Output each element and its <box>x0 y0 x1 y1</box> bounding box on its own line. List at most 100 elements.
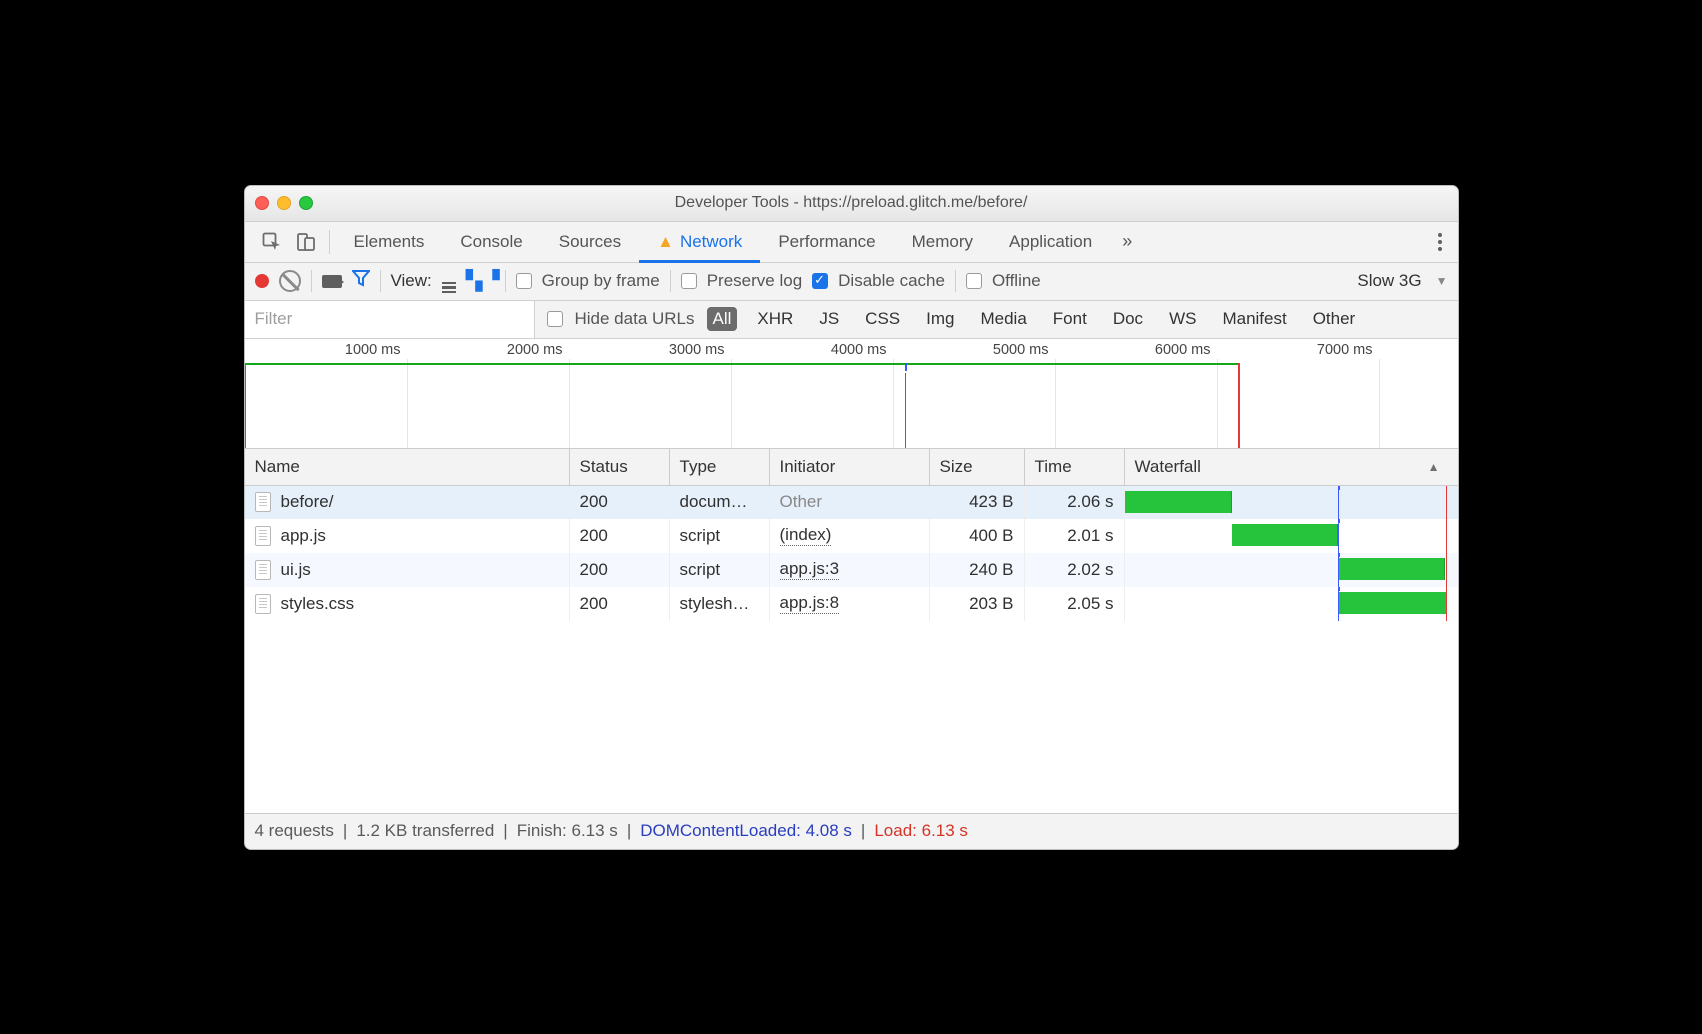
filter-toggle-icon[interactable] <box>352 269 370 293</box>
tab-label: Sources <box>559 232 621 252</box>
tab-label: Memory <box>912 232 973 252</box>
tab-label: Network <box>680 232 742 252</box>
panel-tabbar: Elements Console Sources ▲ Network Performanc… <box>245 222 1458 263</box>
request-time: 2.05 s <box>1025 587 1125 621</box>
capture-screenshots-icon[interactable] <box>322 275 342 288</box>
view-label: View: <box>391 271 432 291</box>
col-size[interactable]: Size <box>930 449 1025 485</box>
tab-sources[interactable]: Sources <box>541 222 639 262</box>
timeline-overview[interactable]: 1000 ms2000 ms3000 ms4000 ms5000 ms6000 … <box>245 339 1458 449</box>
status-bar: 4 requests| 1.2 KB transferred| Finish: … <box>245 813 1458 849</box>
tab-console[interactable]: Console <box>442 222 540 262</box>
tabs-overflow-button[interactable]: » <box>1110 222 1144 262</box>
minimize-window-button[interactable] <box>277 196 291 210</box>
filter-type-other[interactable]: Other <box>1307 307 1362 331</box>
timeline-tick: 1000 ms <box>345 342 407 358</box>
disable-cache-label: Disable cache <box>838 271 945 291</box>
filter-type-media[interactable]: Media <box>974 307 1032 331</box>
tab-label: Application <box>1009 232 1092 252</box>
tab-network[interactable]: ▲ Network <box>639 222 760 262</box>
filter-type-ws[interactable]: WS <box>1163 307 1202 331</box>
request-initiator[interactable]: app.js:3 <box>780 559 840 580</box>
file-icon <box>255 526 271 546</box>
throttling-select[interactable]: Slow 3G <box>1357 271 1425 291</box>
waterfall-bar <box>1339 558 1445 580</box>
group-by-frame-checkbox[interactable] <box>516 273 532 289</box>
hide-data-urls-checkbox[interactable] <box>547 311 563 327</box>
view-large-icon[interactable] <box>442 269 456 293</box>
tab-performance[interactable]: Performance <box>760 222 893 262</box>
request-row[interactable]: ui.js 200script app.js:3 240 B2.02 s <box>245 553 1458 587</box>
request-row[interactable]: before/200docum…Other423 B2.06 s <box>245 486 1458 519</box>
disable-cache-checkbox[interactable] <box>812 273 828 289</box>
group-by-frame-label: Group by frame <box>542 271 660 291</box>
summary-requests: 4 requests <box>255 821 334 841</box>
record-button[interactable] <box>255 274 269 288</box>
clear-button[interactable] <box>279 270 301 292</box>
tab-label: Console <box>460 232 522 252</box>
request-type: docum… <box>670 486 770 519</box>
traffic-lights <box>255 196 365 210</box>
filter-type-img[interactable]: Img <box>920 307 960 331</box>
preserve-log-checkbox[interactable] <box>681 273 697 289</box>
offline-checkbox[interactable] <box>966 273 982 289</box>
filter-bar: Hide data URLs AllXHRJSCSSImgMediaFontDo… <box>245 301 1458 339</box>
filter-type-doc[interactable]: Doc <box>1107 307 1149 331</box>
filter-type-font[interactable]: Font <box>1047 307 1093 331</box>
request-initiator[interactable]: app.js:8 <box>780 593 840 614</box>
window-title: Developer Tools - https://preload.glitch… <box>365 194 1338 212</box>
summary-dcl: DOMContentLoaded: 4.08 s <box>640 821 852 841</box>
file-icon <box>255 594 271 614</box>
chevron-down-icon[interactable]: ▼ <box>1436 274 1448 288</box>
request-name: ui.js <box>281 560 311 580</box>
filter-input[interactable] <box>245 301 535 338</box>
col-type[interactable]: Type <box>670 449 770 485</box>
request-size: 240 B <box>930 553 1025 587</box>
request-time: 2.02 s <box>1025 553 1125 587</box>
filter-type-css[interactable]: CSS <box>859 307 906 331</box>
waterfall-bar <box>1339 592 1446 614</box>
tab-elements[interactable]: Elements <box>336 222 443 262</box>
summary-load: Load: 6.13 s <box>874 821 968 841</box>
request-size: 423 B <box>930 486 1025 519</box>
col-time[interactable]: Time <box>1025 449 1125 485</box>
panel-tabs: Elements Console Sources ▲ Network Performanc… <box>336 222 1111 262</box>
request-type: script <box>670 519 770 553</box>
filter-type-manifest[interactable]: Manifest <box>1216 307 1292 331</box>
request-name: app.js <box>281 526 326 546</box>
summary-finish: Finish: 6.13 s <box>517 821 618 841</box>
warning-icon: ▲ <box>657 232 674 252</box>
zoom-window-button[interactable] <box>299 196 313 210</box>
devtools-menu-button[interactable] <box>1422 222 1458 262</box>
tab-label: Performance <box>778 232 875 252</box>
col-name[interactable]: Name <box>245 449 570 485</box>
col-status[interactable]: Status <box>570 449 670 485</box>
network-toolbar: View: ▘▖▝ Group by frame Preserve log Di… <box>245 263 1458 301</box>
tab-label: Elements <box>354 232 425 252</box>
preserve-log-label: Preserve log <box>707 271 802 291</box>
inspect-element-icon[interactable] <box>255 222 289 262</box>
request-type: stylesh… <box>670 587 770 621</box>
waterfall-bar <box>1125 491 1233 513</box>
tab-memory[interactable]: Memory <box>894 222 991 262</box>
file-icon <box>255 492 271 512</box>
request-row[interactable]: styles.css200stylesh…app.js:8203 B2.05 s <box>245 587 1458 621</box>
filter-type-xhr[interactable]: XHR <box>751 307 799 331</box>
col-initiator[interactable]: Initiator <box>770 449 930 485</box>
request-row[interactable]: app.js200script(index)400 B2.01 s <box>245 519 1458 553</box>
close-window-button[interactable] <box>255 196 269 210</box>
view-frames-icon[interactable]: ▘▖▝ <box>466 270 495 293</box>
request-time: 2.01 s <box>1025 519 1125 553</box>
filter-type-js[interactable]: JS <box>813 307 845 331</box>
tab-application[interactable]: Application <box>991 222 1110 262</box>
timeline-tick: 2000 ms <box>507 342 569 358</box>
request-status: 200 <box>570 519 670 553</box>
filter-type-all[interactable]: All <box>707 307 738 331</box>
request-status: 200 <box>570 486 670 519</box>
request-initiator[interactable]: (index) <box>780 525 832 546</box>
request-time: 2.06 s <box>1025 486 1125 519</box>
request-type: script <box>670 553 770 587</box>
col-waterfall[interactable]: Waterfall▲ <box>1125 449 1450 485</box>
request-status: 200 <box>570 553 670 587</box>
device-toolbar-icon[interactable] <box>289 222 323 262</box>
